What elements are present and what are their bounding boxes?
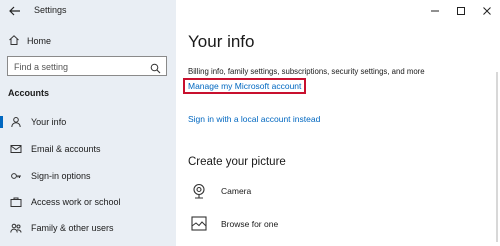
browse-label: Browse for one [221, 219, 279, 229]
home-label: Home [27, 36, 52, 46]
window-controls [422, 2, 500, 20]
briefcase-icon [10, 196, 22, 208]
browse-option[interactable]: Browse for one [190, 215, 278, 233]
camera-icon [190, 182, 208, 200]
sidebar-item-label: Sign-in options [31, 171, 91, 181]
browse-icon [190, 215, 208, 233]
close-icon[interactable] [474, 2, 500, 20]
manage-link-label: Manage my Microsoft account [188, 81, 302, 91]
main-content: Your info Billing info, family settings,… [176, 22, 500, 246]
people-icon [10, 222, 22, 234]
back-arrow-icon[interactable] [8, 4, 22, 18]
sidebar-item-label: Email & accounts [31, 144, 101, 154]
camera-label: Camera [221, 186, 252, 196]
sidebar-item-label: Family & other users [31, 223, 114, 233]
person-icon [10, 116, 22, 128]
search-field[interactable] [7, 56, 167, 76]
camera-option[interactable]: Camera [190, 182, 251, 200]
sidebar-item-label: Access work or school [31, 197, 121, 207]
local-account-link[interactable]: Sign in with a local account instead [188, 114, 320, 124]
sidebar-item-home[interactable]: Home [8, 34, 51, 48]
key-icon [10, 170, 22, 182]
sidebar-item-access-work-or-school[interactable]: Access work or school [0, 192, 176, 212]
sidebar-item-sign-in-options[interactable]: Sign-in options [0, 166, 176, 186]
mail-icon [10, 143, 22, 155]
title-bar: Settings [0, 0, 500, 22]
create-picture-heading: Create your picture [188, 156, 286, 168]
sidebar-item-family-other-users[interactable]: Family & other users [0, 218, 176, 238]
manage-microsoft-account-link[interactable]: Manage my Microsoft account [183, 78, 307, 94]
search-icon[interactable] [150, 61, 161, 74]
home-icon [8, 34, 20, 48]
account-description: Billing info, family settings, subscript… [188, 67, 425, 76]
section-heading: Accounts [8, 88, 50, 98]
sidebar-item-your-info[interactable]: Your info [0, 112, 176, 132]
app-title: Settings [34, 5, 67, 15]
search-input[interactable] [8, 58, 138, 76]
sidebar-item-email-accounts[interactable]: Email & accounts [0, 139, 176, 159]
page-title: Your info [188, 32, 255, 51]
maximize-icon[interactable] [448, 2, 474, 20]
minimize-icon[interactable] [422, 2, 448, 20]
scrollbar[interactable] [496, 72, 498, 242]
sidebar-item-label: Your info [31, 117, 67, 127]
